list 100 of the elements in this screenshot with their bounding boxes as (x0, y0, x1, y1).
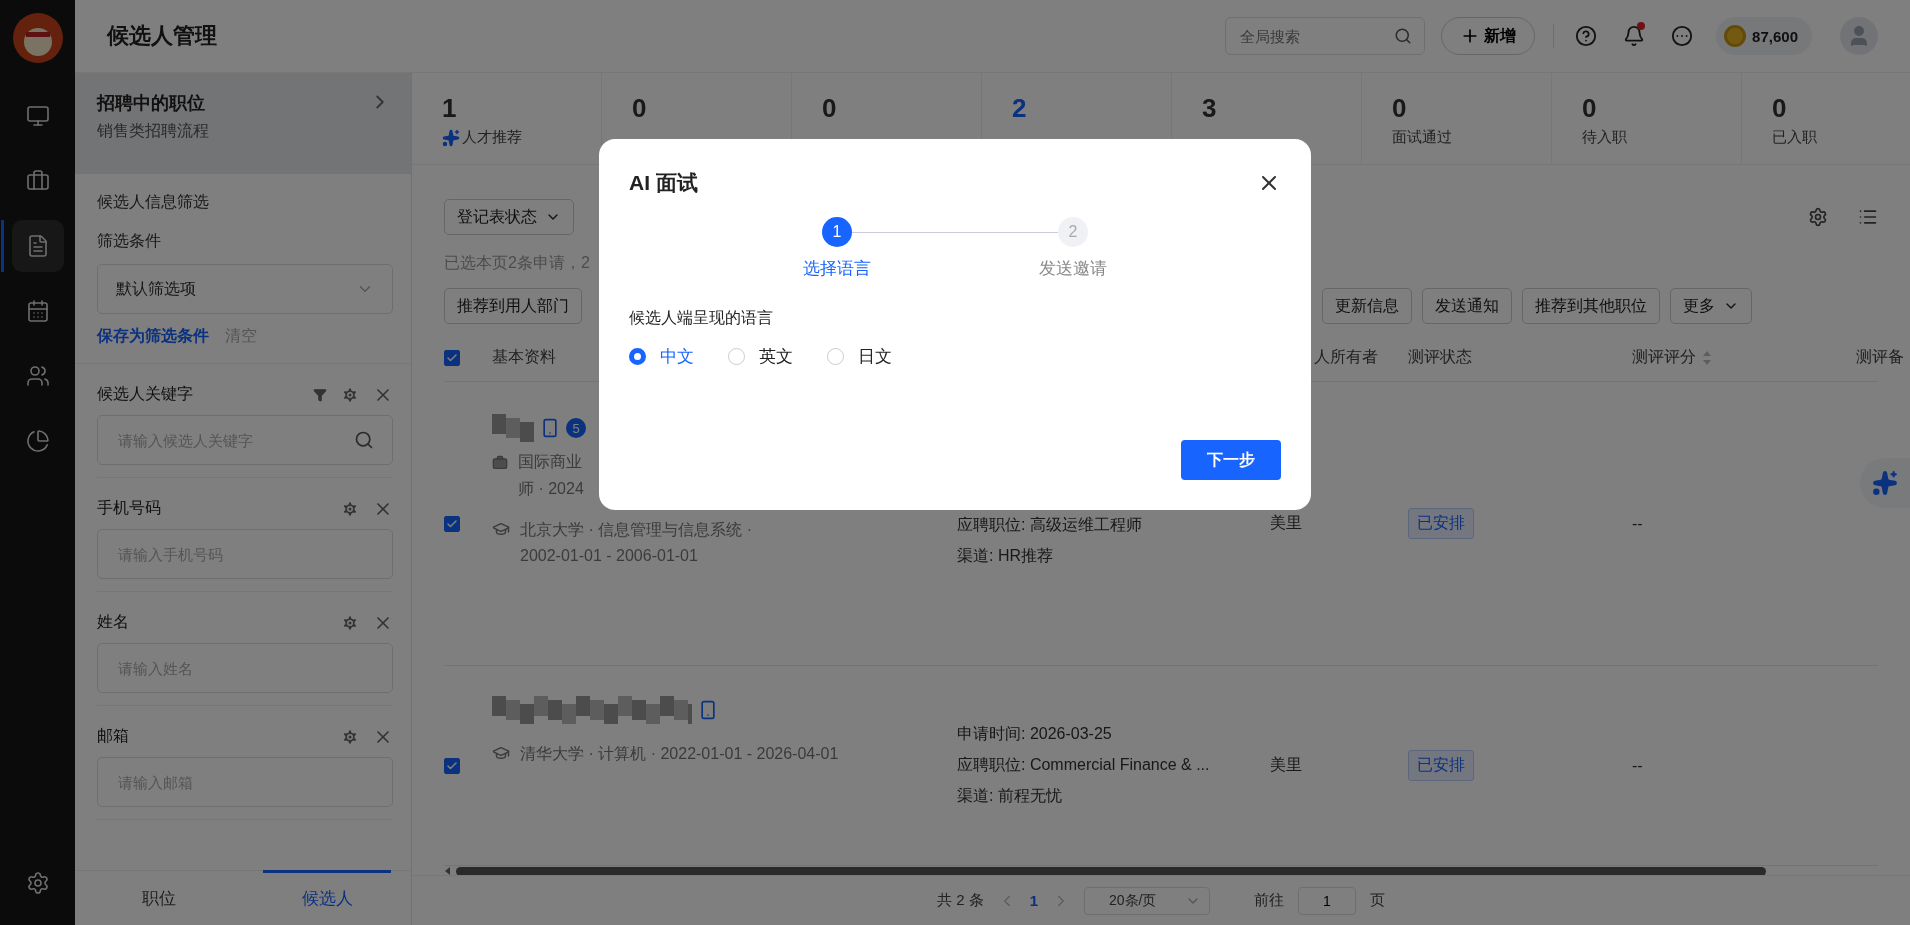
action-button[interactable]: 发送通知 (1422, 288, 1512, 324)
page-size-select[interactable]: 20条/页 (1084, 886, 1210, 915)
page-input[interactable]: 1 (1298, 886, 1356, 915)
section-title: 候选人信息筛选 (97, 192, 210, 212)
column-header: 测评备 (1856, 347, 1904, 367)
experience-text: 国际商业 (518, 452, 583, 472)
search-icon (354, 430, 374, 450)
stage-count: 1 (442, 93, 458, 124)
field-label: 手机号码 (97, 498, 162, 518)
field-label: 候选人关键字 (97, 384, 194, 404)
search-icon (1394, 27, 1413, 45)
checkbox[interactable] (444, 515, 460, 532)
owner-name: 美里 (1270, 513, 1302, 533)
filter-select[interactable]: 默认筛选项 (97, 264, 393, 314)
position-subtitle: 销售类招聘流程 (97, 121, 210, 141)
experience-text: 师 · 2024 (518, 479, 584, 499)
step-label: 发送邀请 (1039, 258, 1107, 280)
page-number[interactable]: 1 (1029, 892, 1038, 909)
scroll-left-icon[interactable] (444, 866, 452, 876)
total-count: 共 2 条 (937, 891, 984, 910)
filter-label: 筛选条件 (97, 231, 162, 251)
education-text: 北京大学 · 信息管理与信息系统 · (520, 520, 752, 540)
step-label: 选择语言 (803, 258, 871, 280)
panel-tab[interactable]: 候选人 (243, 871, 411, 925)
user-avatar[interactable] (1840, 17, 1878, 55)
sparkle-icon (1872, 470, 1898, 496)
column-header: 人所有者 (1314, 347, 1378, 367)
score-text: -- (1632, 514, 1643, 533)
check-icon (446, 759, 458, 772)
briefcase-icon (25, 169, 50, 193)
stage-label: 面试通过 (1392, 128, 1453, 147)
action-button[interactable]: 推荐到其他职位 (1522, 288, 1660, 324)
application-detail: 申请时间: 2026-03-25 (957, 724, 1113, 744)
dialog-title: AI 面试 (629, 170, 698, 196)
check-icon (446, 517, 458, 530)
blurred-name (492, 414, 534, 442)
count-badge: 5 (566, 418, 586, 438)
status-tag: 已安排 (1408, 508, 1474, 539)
score-text: -- (1632, 756, 1643, 775)
stage-count: 2 (1012, 93, 1028, 124)
stage-label: 人才推荐 (442, 128, 571, 147)
education-text: 2002-01-01 - 2006-01-01 (520, 547, 699, 565)
stage-count: 0 (1582, 93, 1598, 124)
stage-tile[interactable]: 0 待入职 (1552, 73, 1742, 164)
action-button[interactable]: 推荐到用人部门 (444, 288, 582, 324)
more-icon (1671, 25, 1694, 47)
column-header: 测评状态 (1408, 347, 1472, 367)
filter-dropdown[interactable]: 登记表状态 (444, 199, 574, 235)
field-label: 邮箱 (97, 726, 130, 746)
step-number: 2 (1058, 217, 1088, 247)
pie-chart-icon (25, 429, 50, 453)
coin-balance[interactable]: 87,600 (1716, 17, 1812, 55)
graduation-cap-icon (492, 520, 510, 538)
language-radio[interactable]: 英文 (728, 345, 793, 368)
graduation-cap-icon (492, 744, 510, 762)
stage-label: 待入职 (1582, 128, 1628, 147)
next-button[interactable]: 下一步 (1181, 440, 1281, 480)
add-button[interactable]: 新增 (1441, 17, 1536, 55)
application-detail: 应聘职位: Commercial Finance & ... (957, 755, 1211, 775)
stage-label: 已入职 (1772, 128, 1818, 147)
phone-icon (540, 418, 560, 438)
checkbox[interactable] (444, 757, 460, 774)
filter-icon[interactable] (313, 387, 327, 402)
list-icon[interactable] (1858, 207, 1878, 227)
position-title: 招聘中的职位 (97, 92, 205, 115)
logo-icon (11, 12, 64, 64)
notification-dot (1637, 22, 1646, 30)
briefcase-icon (492, 455, 508, 471)
stage-count: 0 (632, 93, 648, 124)
calendar-icon (25, 299, 50, 323)
check-icon (446, 351, 458, 364)
application-detail: 渠道: 前程无忧 (957, 786, 1063, 806)
ai-assistant-button[interactable] (1860, 458, 1910, 508)
more-dropdown[interactable]: 更多 (1670, 288, 1752, 324)
panel-tab[interactable]: 职位 (75, 871, 243, 925)
position-card[interactable]: 招聘中的职位 销售类招聘流程 (75, 73, 411, 174)
checkbox[interactable] (444, 349, 460, 366)
stage-tile[interactable]: 0 已入职 (1742, 73, 1910, 164)
column-header: 基本资料 (492, 347, 556, 367)
step-number: 1 (822, 217, 852, 247)
settings-icon[interactable] (1808, 207, 1828, 227)
help-icon (1575, 25, 1598, 47)
scrollbar-thumb[interactable] (456, 866, 1766, 876)
stage-count: 0 (822, 93, 838, 124)
stage-tile[interactable]: 0 面试通过 (1362, 73, 1552, 164)
search-field[interactable]: 全局搜索 (1225, 17, 1426, 55)
coin-icon (1724, 25, 1747, 47)
monitor-icon (25, 104, 50, 128)
action-button[interactable]: 更新信息 (1322, 288, 1412, 324)
page-title: 候选人管理 (107, 22, 218, 50)
bell-icon (1623, 25, 1646, 47)
goto-label: 前往 (1254, 891, 1284, 910)
language-radio[interactable]: 日文 (827, 345, 892, 368)
column-header: 测评评分 (1632, 347, 1696, 367)
field-label: 姓名 (97, 612, 130, 632)
language-radio[interactable]: 中文 (629, 345, 694, 368)
save-filter-link[interactable]: 保存为筛选条件 (97, 326, 209, 347)
page-suffix: 页 (1370, 891, 1385, 910)
users-icon (25, 364, 50, 388)
status-tag: 已安排 (1408, 750, 1474, 781)
